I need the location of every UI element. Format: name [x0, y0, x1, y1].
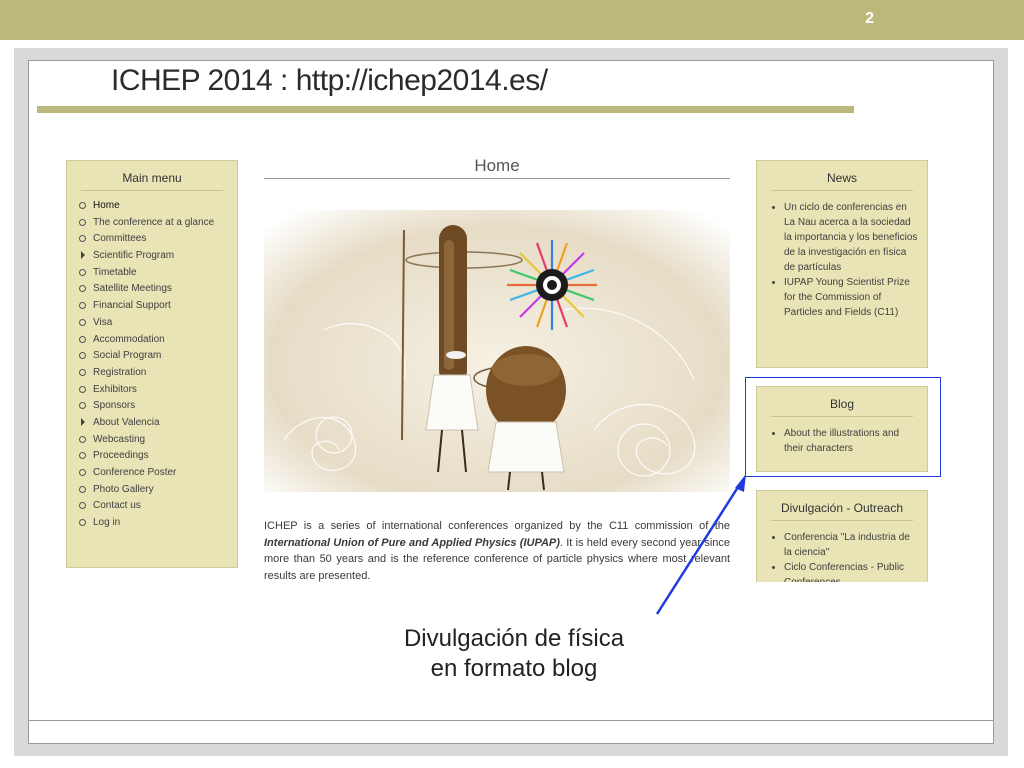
- callout-caption: Divulgación de física en formato blog: [363, 624, 665, 684]
- callout-line-1: Divulgación de física: [403, 625, 625, 652]
- callout-line-2: en formato blog: [430, 655, 598, 682]
